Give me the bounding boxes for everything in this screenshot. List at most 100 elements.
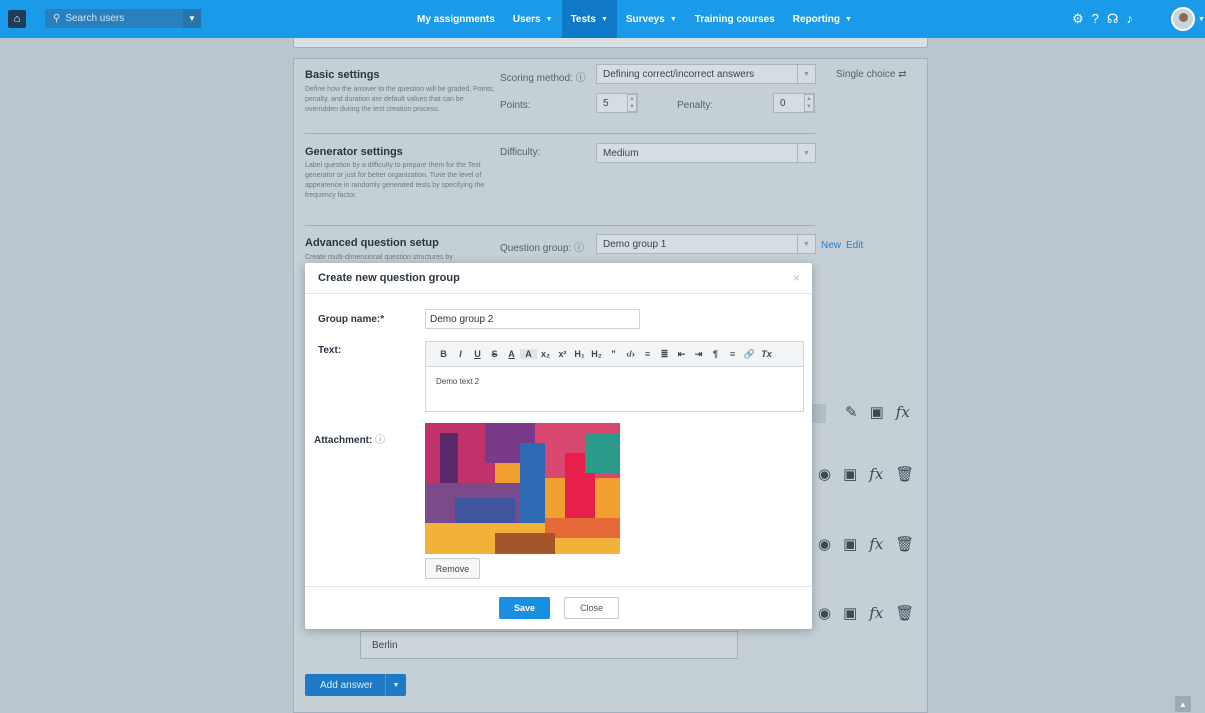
formula-icon[interactable]: fx: [896, 403, 910, 421]
editor-toolbar: B I U S A A x₂ x² H₁ H₂ ” ‹/› ≡ ≣ ⇤ ⇥ ¶ …: [426, 342, 803, 367]
indent-icon[interactable]: ⇥: [690, 349, 707, 360]
question-type-label[interactable]: Single choice ⇄: [836, 69, 907, 80]
nav-users[interactable]: Users ▼: [504, 0, 562, 38]
question-group-select[interactable]: Demo group 1 ▼: [596, 234, 816, 254]
divider: [305, 225, 815, 226]
heading2-icon[interactable]: H₂: [588, 349, 605, 359]
chevron-down-icon: ▼: [669, 15, 677, 23]
answer-row-tools: ◉ ▣ fx 🗑: [818, 465, 914, 483]
nav-reporting[interactable]: Reporting ▼: [784, 0, 861, 38]
background-color-icon[interactable]: A: [520, 349, 537, 359]
difficulty-select[interactable]: Medium ▼: [596, 143, 816, 163]
trash-icon[interactable]: 🗑: [895, 535, 914, 553]
subscript-icon[interactable]: x₂: [537, 349, 554, 359]
penalty-stepper[interactable]: ▲ ▼: [804, 94, 814, 112]
nav-my-assignments[interactable]: My assignments: [408, 0, 504, 38]
chevron-down-icon[interactable]: ▼: [385, 674, 406, 696]
answer-input[interactable]: Berlin: [360, 631, 738, 659]
bold-icon[interactable]: B: [435, 349, 452, 359]
code-icon[interactable]: ‹/›: [622, 349, 639, 359]
nav-surveys[interactable]: Surveys ▼: [617, 0, 686, 38]
text-label: Text:: [318, 345, 342, 356]
main-nav: My assignments Users ▼ Tests ▼ Surveys ▼ Tr…: [408, 0, 861, 38]
image-icon[interactable]: ▣: [870, 403, 884, 421]
search-dropdown-icon[interactable]: ▼: [183, 9, 201, 28]
eye-icon[interactable]: ◉: [818, 465, 831, 483]
help-icon[interactable]: ?: [1092, 11, 1099, 27]
answer-row-tools: ◉ ▣ fx 🗑: [818, 604, 914, 622]
align-icon[interactable]: ≡: [724, 349, 741, 359]
avatar[interactable]: [1171, 7, 1195, 31]
editor-content[interactable]: Demo text 2: [436, 377, 479, 386]
rich-text-editor[interactable]: B I U S A A x₂ x² H₁ H₂ ” ‹/› ≡ ≣ ⇤ ⇥ ¶ …: [425, 341, 804, 412]
new-group-link[interactable]: New: [821, 240, 841, 251]
text-color-icon[interactable]: A: [503, 349, 520, 359]
chevron-down-icon: ▼: [845, 15, 852, 23]
swap-icon: ⇄: [898, 69, 907, 80]
link-icon[interactable]: 🔗: [741, 349, 758, 360]
edit-group-link[interactable]: Edit: [846, 240, 863, 251]
formula-icon[interactable]: fx: [869, 604, 883, 622]
points-label: Points:: [500, 100, 531, 111]
attachment-label: Attachment: ⓘ: [314, 435, 386, 446]
bullet-list-icon[interactable]: ≣: [656, 349, 673, 360]
save-button[interactable]: Save: [499, 597, 550, 619]
search-placeholder: Search users: [65, 13, 125, 24]
nav-training-courses[interactable]: Training courses: [686, 0, 784, 38]
abstract-painting-icon: [425, 423, 620, 554]
headset-icon[interactable]: ☊: [1107, 11, 1119, 27]
scoring-method-select[interactable]: Defining correct/incorrect answers ▼: [596, 64, 816, 84]
ordered-list-icon[interactable]: ≡: [639, 349, 656, 359]
dialog-header: Create new question group ×: [305, 263, 812, 294]
gear-icon[interactable]: ⚙: [1072, 11, 1084, 27]
quote-icon[interactable]: ”: [605, 349, 622, 359]
image-icon[interactable]: ▣: [843, 604, 857, 622]
eye-icon[interactable]: ◉: [818, 604, 831, 622]
paragraph-direction-icon[interactable]: ¶: [707, 349, 724, 359]
chevron-down-icon: ▼: [797, 65, 815, 83]
pencil-icon[interactable]: ✎: [845, 403, 858, 421]
image-icon[interactable]: ▣: [843, 465, 857, 483]
advanced-setup-title: Advanced question setup: [305, 237, 439, 249]
basic-settings-desc: Define how the answer to the question wi…: [305, 86, 495, 113]
generator-settings-desc: Label question by a difficulty to prepar…: [305, 162, 485, 199]
close-icon[interactable]: ×: [793, 271, 800, 285]
close-button[interactable]: Close: [564, 597, 619, 619]
scroll-to-top-button[interactable]: ▲: [1175, 696, 1191, 712]
penalty-label: Penalty:: [677, 100, 714, 111]
formula-icon[interactable]: fx: [869, 465, 883, 483]
generator-settings-title: Generator settings: [305, 146, 403, 158]
eye-icon[interactable]: ◉: [818, 535, 831, 553]
basic-settings-title: Basic settings: [305, 69, 380, 81]
chevron-down-icon: ▼: [545, 15, 553, 23]
add-answer-button[interactable]: Add answer ▼: [305, 674, 406, 696]
heading1-icon[interactable]: H₁: [571, 349, 588, 359]
help-icon: ⓘ: [575, 73, 586, 84]
nav-tests[interactable]: Tests ▼: [561, 0, 617, 38]
home-icon[interactable]: ⌂: [8, 10, 26, 28]
bell-icon[interactable]: ♪: [1126, 11, 1133, 27]
group-name-label: Group name:*: [318, 314, 385, 325]
create-question-group-dialog: Create new question group × Group name:*…: [305, 263, 812, 629]
remove-attachment-button[interactable]: Remove: [425, 558, 480, 579]
group-name-input[interactable]: Demo group 2: [425, 309, 640, 329]
answer-row-tools: ◉ ▣ fx 🗑: [818, 535, 914, 553]
trash-icon[interactable]: 🗑: [895, 465, 914, 483]
outdent-icon[interactable]: ⇤: [673, 349, 690, 360]
strikethrough-icon[interactable]: S: [486, 349, 503, 359]
previous-panel: [293, 38, 928, 48]
italic-icon[interactable]: I: [452, 349, 469, 359]
underline-icon[interactable]: U: [469, 349, 486, 359]
formula-icon[interactable]: fx: [869, 535, 883, 553]
dialog-title: Create new question group: [318, 272, 460, 284]
points-stepper[interactable]: ▲ ▼: [627, 94, 637, 112]
superscript-icon[interactable]: x²: [554, 349, 571, 359]
trash-icon[interactable]: 🗑: [895, 604, 914, 622]
search-icon: ⚲: [53, 13, 61, 24]
search-input[interactable]: ⚲ Search users ▼: [45, 9, 201, 28]
image-icon[interactable]: ▣: [843, 535, 857, 553]
chevron-down-icon: ▼: [797, 144, 815, 162]
dialog-footer-divider: [305, 586, 812, 587]
chevron-down-icon[interactable]: ▼: [1198, 16, 1205, 23]
clear-format-icon[interactable]: Tx: [758, 349, 775, 359]
